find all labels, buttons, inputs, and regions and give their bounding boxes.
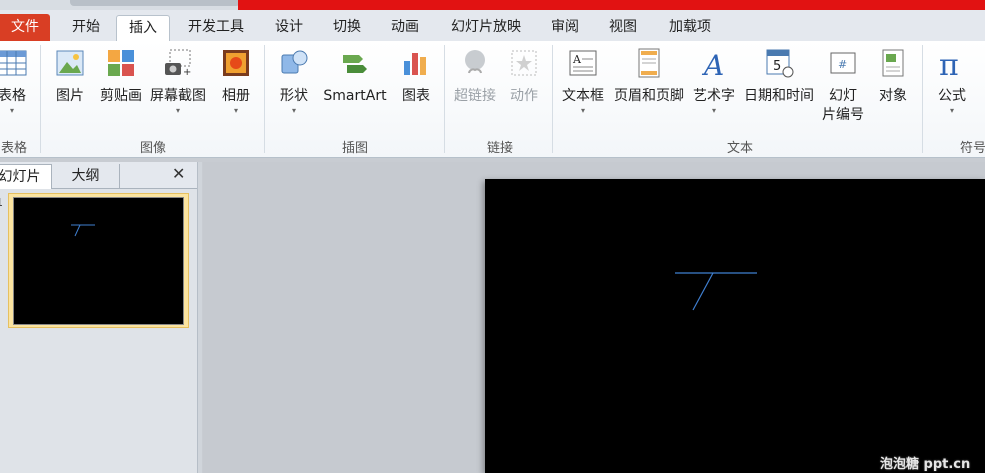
title-bar-highlight: [238, 0, 985, 10]
pane-splitter[interactable]: [197, 162, 202, 473]
header-footer-icon: [638, 48, 660, 78]
action-star-icon: [511, 50, 537, 76]
object-icon: [882, 49, 904, 77]
textbox-icon: A: [569, 50, 597, 76]
svg-text:A: A: [572, 53, 582, 66]
title-bar: [0, 0, 985, 10]
screenshot-button[interactable]: + 屏幕截图 ▾: [148, 47, 208, 116]
picture-button[interactable]: 图片: [52, 47, 88, 106]
date-time-button[interactable]: 5 日期和时间: [740, 47, 818, 106]
svg-text:5: 5: [773, 59, 781, 74]
tab-file[interactable]: 文件: [0, 14, 50, 42]
tab-addins[interactable]: 加载项: [658, 15, 722, 42]
hyperlink-button[interactable]: 超链接: [450, 47, 500, 106]
slide-number-label: 1: [0, 196, 7, 209]
picture-icon: [56, 50, 84, 76]
tab-design[interactable]: 设计: [264, 15, 314, 42]
slide-number-icon: #: [830, 52, 856, 74]
tab-outline[interactable]: 大纲: [52, 164, 120, 189]
chevron-down-icon: ▾: [233, 106, 238, 115]
group-label-illustrations: 插图: [341, 141, 368, 156]
group-divider: [444, 45, 445, 153]
thumbnail-drawing: [71, 224, 95, 237]
wordart-icon: A: [701, 49, 724, 79]
smartart-button[interactable]: SmartArt: [320, 47, 390, 106]
group-divider: [922, 45, 923, 153]
chevron-down-icon: ▾: [580, 106, 585, 115]
chevron-down-icon: ▾: [175, 106, 180, 115]
group-label-text: 文本: [726, 141, 753, 156]
quick-access-toolbar[interactable]: [70, 0, 240, 6]
group-label-images: 图像: [139, 141, 166, 156]
slide-drawing: [675, 272, 757, 311]
action-button[interactable]: 动作: [506, 47, 542, 106]
group-label-symbols: 符号: [960, 141, 985, 156]
tab-view[interactable]: 视图: [598, 15, 648, 42]
svg-text:#: #: [838, 58, 847, 71]
header-footer-button[interactable]: 页眉和页脚: [610, 47, 688, 106]
tab-home[interactable]: 开始: [58, 15, 114, 42]
smartart-icon: [343, 55, 367, 73]
tab-developer[interactable]: 开发工具: [176, 15, 256, 42]
chevron-down-icon: ▾: [949, 106, 954, 115]
clipart-button[interactable]: 剪贴画: [96, 47, 146, 106]
clipart-icon: [108, 50, 134, 76]
ribbon-tabs: 文件 开始 插入 开发工具 设计 切换 动画 幻灯片放映 审阅 视图 加载项: [0, 10, 985, 44]
textbox-button[interactable]: A 文本框 ▾: [560, 47, 606, 116]
tab-slides[interactable]: 幻灯片: [0, 164, 52, 189]
diagonal-line-shape[interactable]: [692, 272, 714, 311]
tab-insert[interactable]: 插入: [116, 15, 170, 44]
chevron-down-icon: ▾: [711, 106, 716, 115]
hyperlink-icon: [465, 50, 485, 74]
table-button[interactable]: 表格 ▾: [0, 47, 32, 116]
close-icon[interactable]: ✕: [172, 164, 185, 183]
screenshot-icon: +: [165, 49, 191, 78]
svg-text:π: π: [939, 48, 959, 79]
group-label-links: 链接: [486, 141, 513, 156]
tab-transitions[interactable]: 切换: [322, 15, 372, 42]
group-divider: [40, 45, 41, 153]
ribbon-insert: 表格 ▾ 表格 图片 剪贴画 + 屏幕截图 ▾ 相册 ▾ 图像 形状 ▾ Sma…: [0, 41, 985, 158]
slide-canvas[interactable]: [485, 179, 985, 473]
calendar-clock-icon: 5: [766, 49, 794, 78]
shapes-button[interactable]: 形状 ▾: [276, 47, 312, 116]
equation-button[interactable]: π 公式 ▾: [932, 47, 972, 116]
svg-text:A: A: [701, 49, 724, 79]
slide-pane-tabs: 幻灯片 大纲 ✕: [0, 162, 197, 189]
shapes-icon: [281, 50, 308, 74]
tab-review[interactable]: 审阅: [540, 15, 590, 42]
bar-chart-icon: [404, 53, 426, 75]
photo-album-icon: [223, 50, 249, 76]
wordart-button[interactable]: A 艺术字 ▾: [690, 47, 738, 116]
pi-icon: π: [939, 48, 959, 79]
group-divider: [552, 45, 553, 153]
album-button[interactable]: 相册 ▾: [216, 47, 256, 116]
slide-number-button[interactable]: # 幻灯 片编号: [820, 47, 866, 125]
table-icon: [0, 50, 27, 76]
chart-button[interactable]: 图表: [396, 47, 436, 106]
chevron-down-icon: ▾: [9, 106, 14, 115]
object-button[interactable]: 对象: [872, 47, 914, 106]
chevron-down-icon: ▾: [291, 106, 296, 115]
group-label-table: 表格: [0, 141, 27, 156]
svg-text:+: +: [183, 67, 191, 78]
watermark: 泡泡糖 ppt.cn: [880, 457, 971, 472]
tab-slideshow[interactable]: 幻灯片放映: [440, 15, 532, 42]
tab-animations[interactable]: 动画: [380, 15, 430, 42]
group-divider: [264, 45, 265, 153]
slide-thumbnail[interactable]: [13, 197, 184, 325]
